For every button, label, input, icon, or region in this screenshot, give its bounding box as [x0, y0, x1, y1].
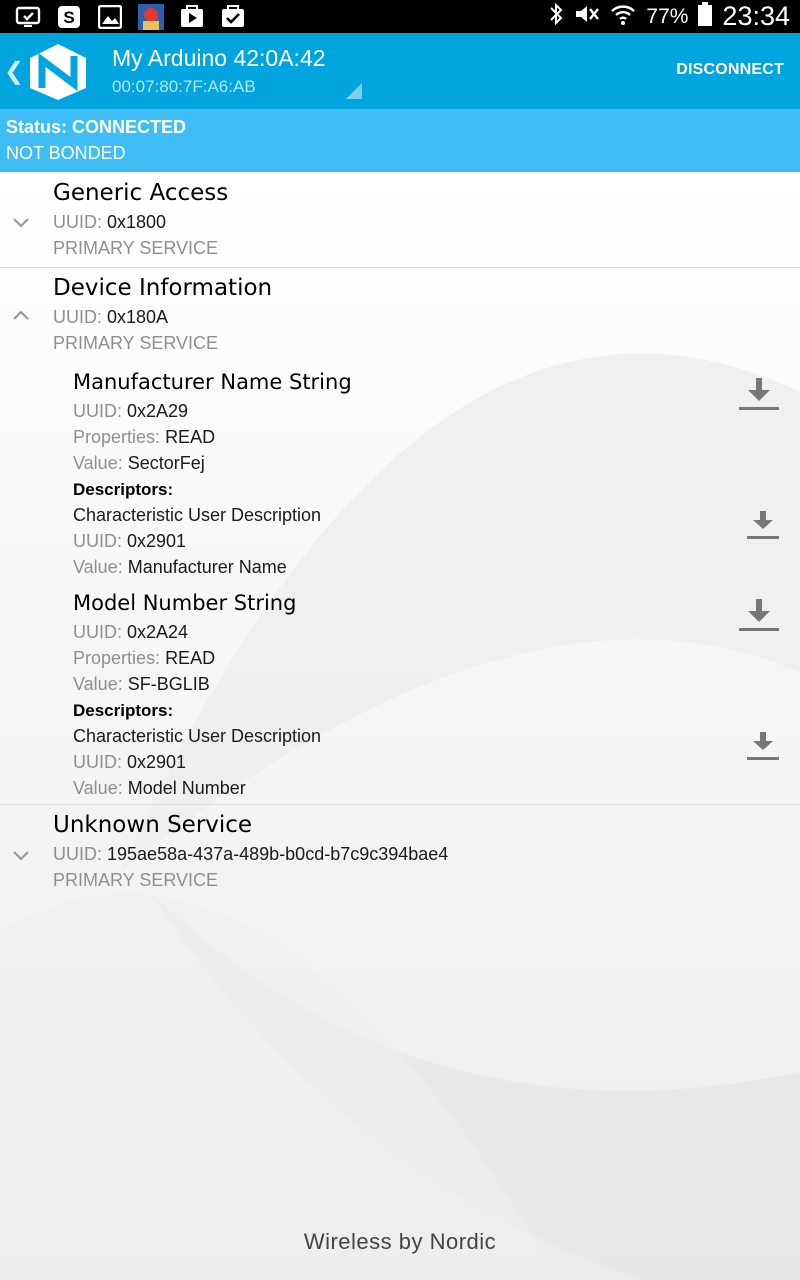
battery-icon	[698, 2, 713, 31]
skype-icon: S	[55, 5, 82, 29]
service-uuid: UUID: 195ae58a-437a-489b-b0cd-b7c9c394ba…	[53, 844, 449, 864]
read-descriptor-download-icon[interactable]	[746, 731, 780, 766]
service-device-information[interactable]: Device Information UUID: 0x180A PRIMARY …	[0, 268, 800, 805]
system-indicators: 77% 23:34	[548, 0, 790, 33]
descriptor-value: Value: Model Number	[73, 778, 246, 798]
service-uuid: UUID: 0x1800	[53, 212, 167, 232]
characteristic-value: Value: SF-BGLIB	[73, 674, 210, 694]
characteristic-uuid: UUID: 0x2A29	[73, 401, 189, 421]
cast-icon	[14, 5, 41, 29]
descriptors-heading: Descriptors:	[73, 701, 174, 720]
connection-status: Status: CONNECTED	[6, 117, 187, 137]
service-generic-access[interactable]: Generic Access UUID: 0x1800 PRIMARY SERV…	[0, 172, 800, 268]
action-bar: ❮ My Arduino 42:0A:42 00:07:80:7F:A6:AB …	[0, 33, 800, 109]
bond-status: NOT BONDED	[6, 143, 126, 163]
nordic-logo-icon[interactable]	[26, 42, 90, 102]
service-type: PRIMARY SERVICE	[53, 238, 219, 258]
battery-percent: 77%	[646, 4, 689, 28]
system-status-bar: S 77% 23:34	[0, 0, 800, 33]
service-type: PRIMARY SERVICE	[53, 333, 219, 353]
chevron-up-icon[interactable]	[11, 306, 31, 326]
service-name: Unknown Service	[53, 812, 253, 838]
characteristic-properties: Properties: READ	[73, 648, 216, 668]
read-characteristic-download-icon[interactable]	[738, 597, 780, 638]
read-characteristic-download-icon[interactable]	[738, 376, 780, 417]
chevron-down-icon[interactable]	[11, 212, 31, 232]
service-uuid: UUID: 0x180A	[53, 307, 169, 327]
service-type: PRIMARY SERVICE	[53, 870, 219, 890]
bluetooth-icon	[548, 2, 564, 31]
characteristic-properties: Properties: READ	[73, 427, 216, 447]
wifi-icon	[610, 2, 636, 31]
clock: 23:34	[722, 1, 790, 31]
device-name[interactable]: My Arduino 42:0A:42	[112, 45, 326, 72]
avatar-icon	[137, 3, 164, 30]
characteristic-uuid: UUID: 0x2A24	[73, 622, 189, 642]
connection-status-strip: Status: CONNECTED NOT BONDED	[0, 109, 800, 172]
chevron-down-icon[interactable]	[11, 845, 31, 865]
svg-text:S: S	[63, 8, 74, 27]
notification-icons: S	[14, 3, 246, 30]
mute-icon	[574, 3, 600, 30]
back-chevron-icon[interactable]: ❮	[4, 57, 24, 86]
play-store-icon	[178, 4, 205, 29]
descriptors-heading: Descriptors:	[73, 480, 174, 499]
disconnect-button[interactable]: DISCONNECT	[676, 61, 784, 79]
characteristic-name: Manufacturer Name String	[73, 370, 352, 394]
descriptor-name: Characteristic User Description	[73, 726, 322, 746]
read-descriptor-download-icon[interactable]	[746, 510, 780, 545]
descriptor-uuid: UUID: 0x2901	[73, 752, 187, 772]
footer-branding: Wireless by Nordic	[303, 1229, 497, 1254]
descriptor-value: Value: Manufacturer Name	[73, 557, 287, 577]
characteristic-value: Value: SectorFej	[73, 453, 205, 473]
gallery-icon	[96, 4, 123, 29]
service-name: Device Information	[53, 275, 273, 301]
descriptor-name: Characteristic User Description	[73, 505, 322, 525]
task-check-icon	[219, 4, 246, 29]
service-unknown[interactable]: Unknown Service UUID: 195ae58a-437a-489b…	[0, 805, 800, 897]
device-spinner-indicator[interactable]	[346, 83, 362, 99]
device-address[interactable]: 00:07:80:7F:A6:AB	[112, 77, 256, 97]
descriptor-uuid: UUID: 0x2901	[73, 531, 187, 551]
characteristic-name: Model Number String	[73, 591, 297, 615]
service-name: Generic Access	[53, 180, 229, 206]
